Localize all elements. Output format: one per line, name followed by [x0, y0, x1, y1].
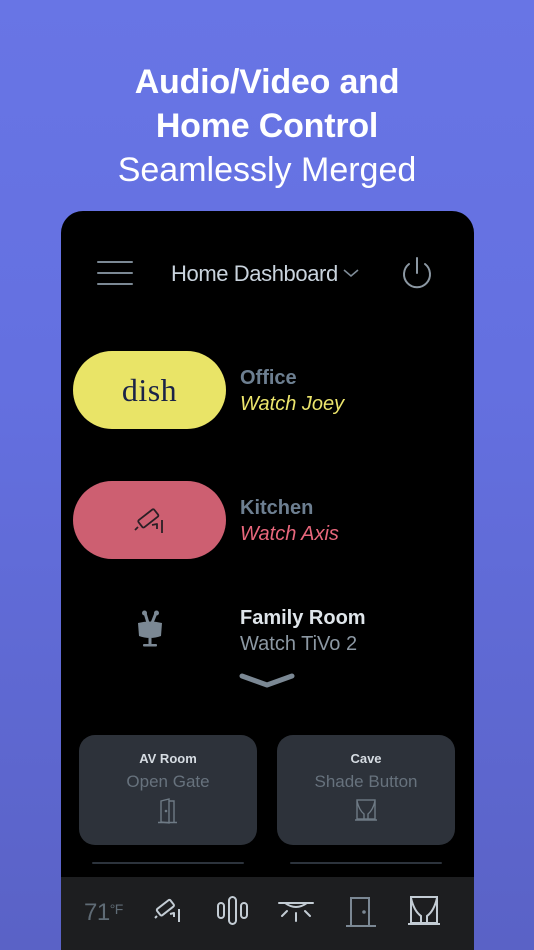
curtain-icon[interactable]	[407, 895, 441, 927]
temperature-unit: °F	[109, 901, 124, 917]
headline-line-1: Audio/Video and	[134, 63, 400, 101]
tile-divider	[290, 862, 442, 864]
expand-sources-chevron-icon[interactable]	[239, 673, 295, 689]
room-name: Office	[240, 367, 297, 389]
dish-logo: dish	[121, 371, 178, 408]
audio-bars-icon[interactable]	[216, 895, 250, 927]
source-action: Watch TiVo 2	[240, 633, 358, 655]
tivo-icon	[137, 610, 162, 647]
source-row-kitchen: Kitchen Watch Axis	[73, 481, 463, 561]
temperature-readout[interactable]: 71°F	[84, 899, 123, 927]
dashboard-selector[interactable]: Home Dashboard	[171, 259, 360, 289]
security-camera-icon[interactable]	[153, 895, 183, 925]
chevron-down-icon	[343, 269, 359, 278]
source-button-kitchen[interactable]	[73, 481, 226, 559]
room-name: Family Room	[240, 607, 366, 629]
headline-line-2: Home Control	[155, 107, 379, 145]
page-title: Home Dashboard	[171, 261, 338, 286]
door-icon	[158, 798, 177, 824]
tile-action: Open Gate	[126, 772, 210, 791]
temperature-value: 71	[84, 899, 110, 926]
app-screen: Home Dashboard dish Office Watch Joey Ki…	[61, 211, 474, 950]
source-row-family-room: Family Room Watch TiVo 2	[73, 591, 463, 671]
room-name: Kitchen	[240, 497, 314, 519]
tile-room: Cave	[350, 751, 382, 766]
hamburger-menu-icon[interactable]	[97, 261, 133, 289]
tile-divider	[92, 862, 244, 864]
tile-room: AV Room	[139, 751, 197, 766]
ceiling-light-icon[interactable]	[277, 895, 315, 927]
tile-av-room-open-gate[interactable]: AV Room Open Gate	[79, 735, 257, 845]
security-camera-icon	[133, 508, 163, 533]
headline-line-3: Seamlessly Merged	[117, 151, 417, 189]
source-button-office[interactable]: dish	[73, 351, 226, 429]
tile-cave-shade-button[interactable]: Cave Shade Button	[277, 735, 455, 845]
tile-action: Shade Button	[314, 772, 418, 791]
power-icon[interactable]	[399, 255, 435, 293]
source-button-family-room[interactable]	[73, 591, 226, 669]
marketing-headline: Audio/Video and Home Control Seamlessly …	[0, 60, 534, 192]
app-header: Home Dashboard	[61, 211, 474, 341]
source-action: Watch Axis	[240, 523, 339, 545]
source-action: Watch Joey	[240, 393, 345, 415]
source-row-office: dish Office Watch Joey	[73, 351, 463, 431]
bottom-quick-bar: 71°F	[61, 877, 474, 950]
curtain-icon	[355, 799, 377, 821]
door-icon[interactable]	[345, 895, 377, 929]
